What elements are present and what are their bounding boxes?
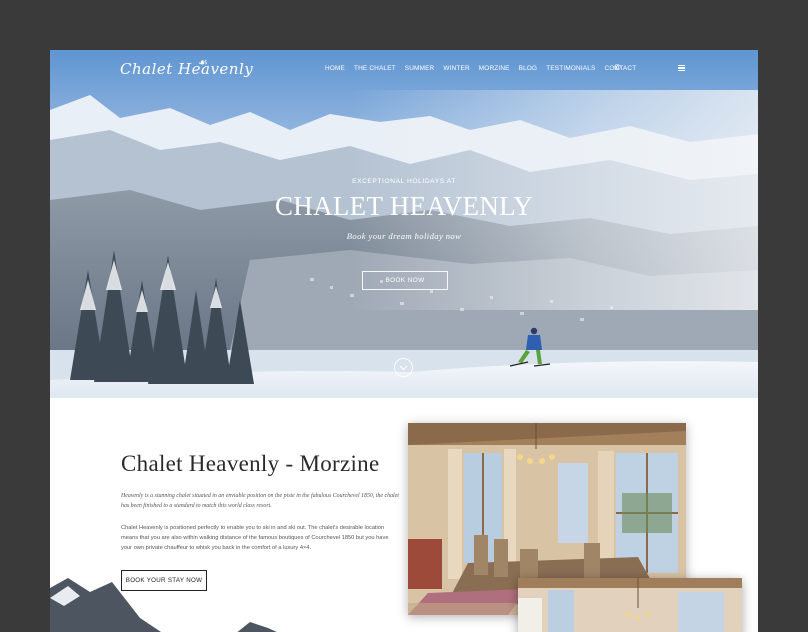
hero-title: CHALET HEAVENLY	[274, 191, 534, 221]
brand-logo[interactable]: Chalet Heavenly	[120, 60, 253, 78]
nav-item-winter[interactable]: WINTER	[443, 65, 469, 72]
website-page: Chalet Heavenly ☙ HOME THE CHALET SUMMER…	[50, 50, 758, 632]
living-room-photo	[518, 578, 742, 632]
phone-icon[interactable]: ✆	[614, 63, 621, 72]
nav-item-blog[interactable]: BLOG	[519, 65, 538, 72]
nav-item-the-chalet[interactable]: THE CHALET	[354, 65, 396, 72]
hero-subtitle: Book your dream holiday now	[346, 231, 462, 241]
nav-item-testimonials[interactable]: TESTIMONIALS	[546, 65, 595, 72]
hero-pretitle: EXCEPTIONAL HOLIDAYS AT	[352, 178, 456, 185]
book-now-button[interactable]: BOOK NOW	[362, 271, 448, 290]
scroll-down-button[interactable]	[394, 358, 413, 377]
top-navigation: Chalet Heavenly ☙ HOME THE CHALET SUMMER…	[50, 50, 758, 90]
hamburger-menu-icon[interactable]	[678, 65, 685, 71]
body-paragraph: Chalet Heavenly is positioned perfectly …	[121, 525, 389, 551]
intro-paragraph: Heavenly is a stunning chalet situated i…	[121, 493, 399, 509]
chevron-down-icon	[399, 365, 408, 370]
mountain-decoration-image	[50, 578, 277, 632]
section-title: Chalet Heavenly - Morzine	[121, 451, 380, 476]
hero-background-image	[50, 50, 758, 398]
hero-section: Chalet Heavenly ☙ HOME THE CHALET SUMMER…	[50, 50, 758, 398]
nav-item-home[interactable]: HOME	[325, 65, 345, 72]
main-menu: HOME THE CHALET SUMMER WINTER MORZINE BL…	[325, 65, 636, 72]
nav-item-summer[interactable]: SUMMER	[405, 65, 435, 72]
angel-icon: ☙	[198, 57, 208, 69]
nav-item-morzine[interactable]: MORZINE	[479, 65, 510, 72]
